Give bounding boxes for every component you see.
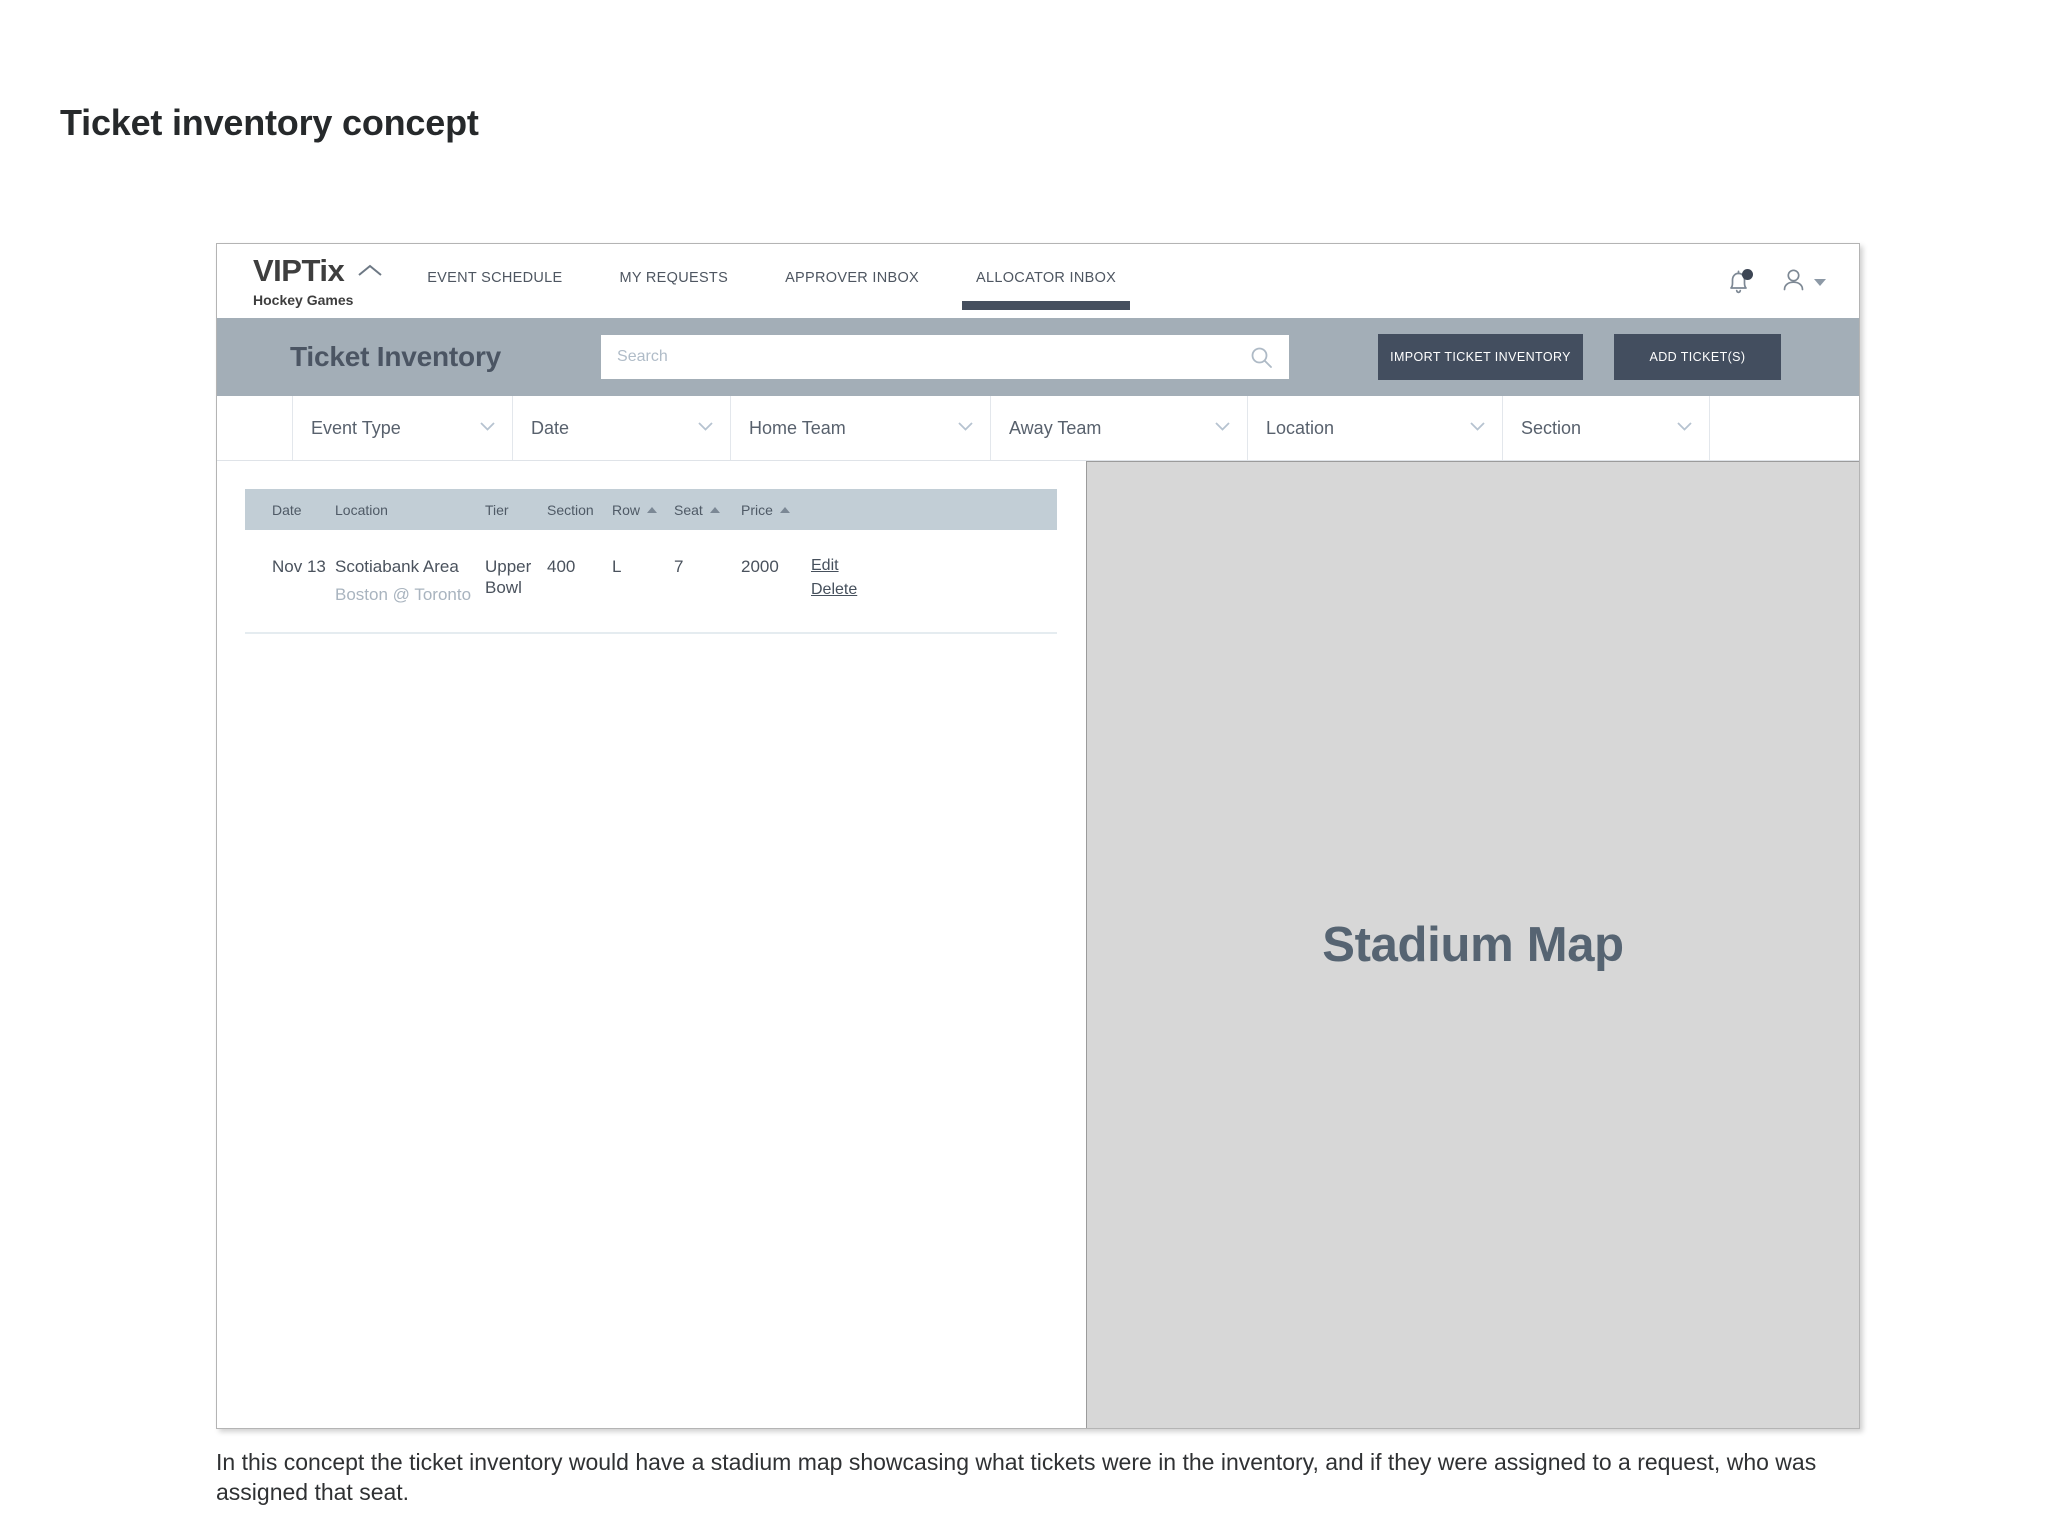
- filter-home-team[interactable]: Home Team: [731, 396, 991, 460]
- filter-home-team-label: Home Team: [749, 417, 846, 438]
- cell-location-matchup: Boston @ Toronto: [335, 585, 472, 605]
- filter-event-type-label: Event Type: [311, 417, 401, 438]
- filter-date-label: Date: [531, 417, 570, 438]
- nav-item-approver-inbox[interactable]: APPROVER INBOX: [785, 270, 919, 286]
- chevron-down-icon: [479, 419, 496, 437]
- edit-link[interactable]: Edit: [811, 556, 839, 576]
- page-title: Ticket inventory concept: [60, 102, 479, 143]
- column-header-section[interactable]: Section: [547, 502, 612, 518]
- filter-location-label: Location: [1266, 417, 1335, 438]
- cell-location-venue: Scotiabank Area: [335, 557, 459, 576]
- chevron-down-icon: [1469, 419, 1486, 437]
- top-navbar: VIPTix Hockey Games EVENT SCHEDULE MY RE…: [217, 244, 1859, 318]
- search-input[interactable]: [601, 335, 1290, 379]
- sort-ascending-icon: [779, 506, 790, 513]
- column-header-row[interactable]: Row: [612, 502, 674, 518]
- figure-caption: In this concept the ticket inventory wou…: [216, 1449, 1817, 1506]
- filter-date[interactable]: Date: [513, 396, 731, 460]
- delete-link[interactable]: Delete: [811, 580, 857, 600]
- toolbar-title: Ticket Inventory: [290, 341, 502, 372]
- filter-event-type[interactable]: Event Type: [293, 396, 513, 460]
- toolbar-buttons: IMPORT TICKET INVENTORY ADD TICKET(S): [1378, 334, 1781, 380]
- caret-down-icon: [1814, 279, 1826, 286]
- search-field[interactable]: [601, 335, 1290, 379]
- chevron-up-icon[interactable]: [357, 263, 383, 282]
- cell-section: 400: [547, 557, 576, 576]
- cell-seat: 7: [674, 557, 684, 576]
- column-header-date[interactable]: Date: [245, 502, 335, 518]
- filter-away-team[interactable]: Away Team: [991, 396, 1248, 460]
- navbar-right-actions: [1725, 266, 1826, 299]
- inventory-list-pane: Date Location Tier Section Row Seat Pric…: [217, 461, 1086, 1428]
- chevron-down-icon: [1676, 419, 1693, 437]
- chevron-down-icon: [1214, 419, 1231, 437]
- brand-logo[interactable]: VIPTix Hockey Games: [217, 244, 383, 307]
- filter-location[interactable]: Location: [1248, 396, 1503, 460]
- user-menu[interactable]: [1780, 266, 1826, 299]
- stadium-map-label: Stadium Map: [1322, 918, 1624, 972]
- cell-row: L: [612, 557, 622, 576]
- filter-bar: Event Type Date Home Team Away Team Loca: [217, 396, 1859, 461]
- content-area: Date Location Tier Section Row Seat Pric…: [217, 461, 1859, 1428]
- nav-links: EVENT SCHEDULE MY REQUESTS APPROVER INBO…: [427, 244, 1173, 318]
- filter-away-team-label: Away Team: [1009, 417, 1102, 438]
- nav-item-allocator-inbox[interactable]: ALLOCATOR INBOX: [962, 270, 1131, 310]
- column-header-tier[interactable]: Tier: [485, 502, 547, 518]
- cell-location: Scotiabank Area Boston @ Toronto: [335, 556, 485, 606]
- table-row[interactable]: Nov 13 Scotiabank Area Boston @ Toronto …: [245, 530, 1057, 634]
- chevron-down-icon: [697, 419, 714, 437]
- brand-subtitle: Hockey Games: [253, 292, 354, 308]
- column-header-seat[interactable]: Seat: [674, 502, 741, 518]
- filter-bar-tail: [1710, 396, 1859, 460]
- chevron-down-icon: [957, 419, 974, 437]
- inventory-toolbar: Ticket Inventory IMPORT TICKET INVENTORY…: [217, 318, 1859, 396]
- cell-actions: Edit Delete: [811, 556, 1057, 606]
- filter-section-label: Section: [1521, 417, 1582, 438]
- notification-badge: [1742, 268, 1753, 280]
- nav-item-my-requests[interactable]: MY REQUESTS: [619, 270, 728, 286]
- sort-ascending-icon: [709, 506, 720, 513]
- filter-bar-spacer: [217, 396, 293, 460]
- add-tickets-button[interactable]: ADD TICKET(S): [1614, 334, 1781, 380]
- nav-item-event-schedule[interactable]: EVENT SCHEDULE: [427, 270, 562, 286]
- stadium-map-panel[interactable]: Stadium Map: [1086, 461, 1859, 1428]
- column-header-location[interactable]: Location: [335, 502, 485, 518]
- brand-name: VIPTix: [253, 253, 345, 288]
- column-header-price[interactable]: Price: [741, 502, 811, 518]
- import-ticket-inventory-button[interactable]: IMPORT TICKET INVENTORY: [1378, 334, 1583, 380]
- table-header-row: Date Location Tier Section Row Seat Pric…: [245, 489, 1057, 530]
- cell-date: Nov 13: [272, 557, 326, 576]
- app-mockup-frame: VIPTix Hockey Games EVENT SCHEDULE MY RE…: [216, 243, 1860, 1429]
- user-icon: [1780, 266, 1807, 299]
- ticket-inventory-table: Date Location Tier Section Row Seat Pric…: [245, 489, 1057, 634]
- bell-icon[interactable]: [1725, 268, 1753, 297]
- cell-tier: Upper Bowl: [485, 557, 532, 598]
- cell-price: 2000: [741, 557, 779, 576]
- filter-section[interactable]: Section: [1503, 396, 1710, 460]
- sort-ascending-icon: [647, 506, 658, 513]
